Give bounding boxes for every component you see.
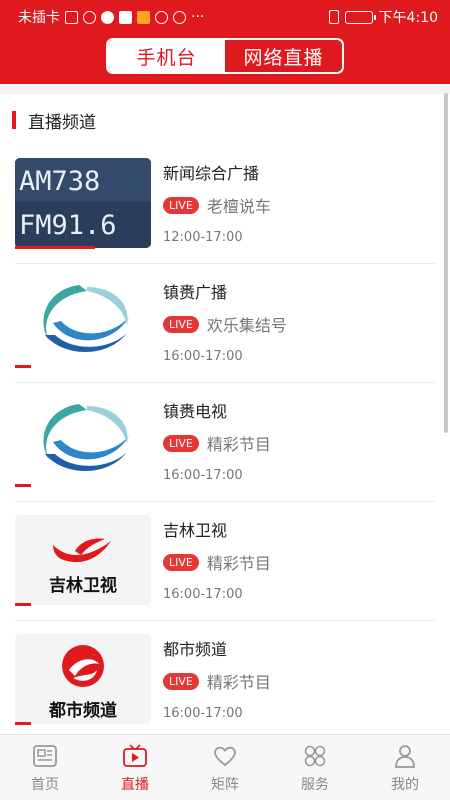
- program-name: 精彩节目: [206, 554, 271, 573]
- live-video-icon: [123, 744, 147, 767]
- tab-mine[interactable]: 我的: [360, 735, 450, 800]
- tab-matrix[interactable]: 矩阵: [180, 735, 270, 800]
- program-time: 16:00-17:00: [163, 468, 243, 483]
- status-bar: 未插卡 ··· 下午4:10: [0, 0, 450, 32]
- thumb-fm-text: FM91.6: [19, 210, 117, 241]
- wifi-icon: [83, 10, 96, 24]
- program-name: 欢乐集结号: [206, 316, 287, 335]
- app-notification-icon: [137, 10, 150, 24]
- channel-item[interactable]: 镇赉电视 LIVE 精彩节目 16:00-17:00: [0, 383, 450, 502]
- channel-thumbnail: [15, 277, 151, 367]
- live-badge: LIVE: [163, 434, 199, 452]
- live-row: LIVE 老檀说车: [163, 193, 271, 217]
- channel-item[interactable]: AM738 FM91.6 新闻综合广播 LIVE 老檀说车 12:00-17:0…: [0, 145, 450, 264]
- channel-item[interactable]: 镇赉广播 LIVE 欢乐集结号 16:00-17:00: [0, 264, 450, 383]
- live-badge: LIVE: [163, 553, 199, 571]
- tab-live[interactable]: 直播: [90, 735, 180, 800]
- header-spacer: [0, 84, 450, 94]
- program-name: 精彩节目: [206, 673, 271, 692]
- carrier-text: 未插卡: [18, 10, 60, 26]
- channel-thumbnail: 都市频道: [15, 634, 151, 724]
- thumb-logo-text: 吉林卫视: [49, 575, 117, 596]
- channel-item[interactable]: 吉林卫视 吉林卫视 LIVE 精彩节目 16:00-17:00: [0, 502, 450, 621]
- zhenlai-swoosh-logo: [15, 277, 151, 367]
- tab-web-live[interactable]: 网络直播: [225, 40, 342, 72]
- tab-label: 我的: [391, 777, 419, 793]
- channel-list: AM738 FM91.6 新闻综合广播 LIVE 老檀说车 12:00-17:0…: [0, 145, 450, 740]
- channel-name: 都市频道: [163, 640, 228, 659]
- channel-name: 镇赉广播: [163, 283, 228, 302]
- live-badge: LIVE: [163, 315, 199, 333]
- tab-service[interactable]: 服务: [270, 735, 360, 800]
- tab-label: 矩阵: [211, 777, 239, 793]
- notification-app-icon: [101, 10, 114, 24]
- channel-name: 新闻综合广播: [163, 164, 260, 183]
- browser-icon: [173, 10, 186, 24]
- program-time: 12:00-17:00: [163, 230, 243, 245]
- channel-thumbnail: AM738 FM91.6: [15, 158, 151, 248]
- battery-saver-icon: [119, 10, 132, 24]
- thumbnail-progress-mark: [15, 722, 31, 725]
- vibrate-icon: [328, 10, 339, 24]
- person-icon: [395, 745, 415, 768]
- tab-label: 服务: [301, 777, 329, 793]
- channel-item[interactable]: 都市频道 都市频道 LIVE 精彩节目 16:00-17:00: [0, 621, 450, 740]
- program-time: 16:00-17:00: [163, 587, 243, 602]
- live-row: LIVE 精彩节目: [163, 669, 271, 693]
- tab-label: 直播: [121, 777, 149, 793]
- tab-mobile-station[interactable]: 手机台: [108, 40, 225, 72]
- live-row: LIVE 精彩节目: [163, 550, 271, 574]
- live-badge: LIVE: [163, 672, 199, 690]
- city-channel-logo: 都市频道: [15, 634, 151, 724]
- more-notifications-icon: ···: [191, 9, 205, 25]
- radio-am-fm-logo: AM738 FM91.6: [15, 158, 151, 248]
- jilin-tv-logo: 吉林卫视: [15, 515, 151, 605]
- status-left: 未插卡 ···: [18, 7, 204, 27]
- thumbnail-progress-mark: [15, 484, 31, 487]
- bottom-tab-bar: 首页 直播 矩阵 服务 我的: [0, 734, 450, 800]
- live-row: LIVE 精彩节目: [163, 431, 271, 455]
- status-right: 下午4:10: [328, 7, 438, 27]
- qq-icon: [155, 10, 168, 24]
- section-title: 直播频道: [28, 112, 96, 133]
- thumbnail-progress-mark: [15, 365, 31, 368]
- section-header: 直播频道: [12, 110, 96, 133]
- channel-name: 镇赉电视: [163, 402, 228, 421]
- program-time: 16:00-17:00: [163, 706, 243, 721]
- program-name: 老檀说车: [206, 197, 271, 216]
- heart-icon: [214, 746, 236, 767]
- zhenlai-swoosh-logo: [15, 396, 151, 486]
- channel-name: 吉林卫视: [163, 521, 228, 540]
- thumb-logo-text: 都市频道: [48, 700, 117, 721]
- sim-icon: [65, 10, 78, 24]
- channel-type-toggle: 手机台 网络直播: [106, 38, 344, 74]
- tab-label: 首页: [31, 777, 59, 793]
- app-header: 未插卡 ··· 下午4:10 手机台 网络直播: [0, 0, 450, 84]
- channel-thumbnail: 吉林卫视: [15, 515, 151, 605]
- grid-icon: [304, 745, 326, 767]
- channel-thumbnail: [15, 396, 151, 486]
- live-badge: LIVE: [163, 196, 199, 214]
- thumb-am-text: AM738: [19, 166, 100, 197]
- section-accent-bar: [12, 111, 16, 129]
- program-name: 精彩节目: [206, 435, 271, 454]
- scrollbar[interactable]: [444, 93, 448, 433]
- live-row: LIVE 欢乐集结号: [163, 312, 287, 336]
- battery-icon: [344, 10, 376, 24]
- clock: 下午4:10: [378, 10, 438, 26]
- news-icon: [33, 745, 57, 767]
- thumbnail-progress-mark: [15, 246, 95, 249]
- program-time: 16:00-17:00: [163, 349, 243, 364]
- tab-home[interactable]: 首页: [0, 735, 90, 800]
- thumbnail-progress-mark: [15, 603, 31, 606]
